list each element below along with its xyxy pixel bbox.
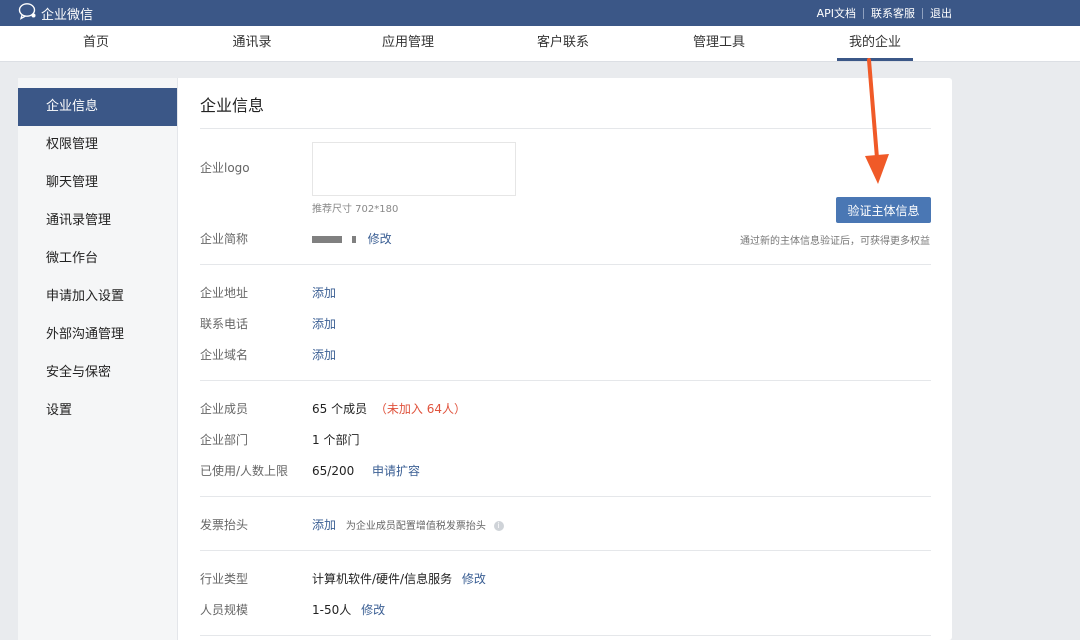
divider [200,550,931,551]
seat-usage: 65/200 [312,464,355,478]
invoice-value: 添加 为企业成员配置增值税发票抬头 i [312,516,504,533]
tab-customer-contact[interactable]: 客户联系 [513,26,613,61]
sidebar-item-contacts-management[interactable]: 通讯录管理 [18,202,177,240]
divider [200,128,931,129]
short-name-label: 企业简称 [200,232,249,246]
verify-entity-button[interactable]: 验证主体信息 [836,197,931,223]
contact-support-link[interactable]: 联系客服 [871,5,915,21]
content-card: 企业信息 权限管理 聊天管理 通讯录管理 微工作台 申请加入设置 外部沟通管理 … [18,78,952,640]
page-title: 企业信息 [200,96,265,115]
wecom-logo-icon [18,2,38,24]
request-expansion-link[interactable]: 申请扩容 [372,464,420,478]
invoice-note: 为企业成员配置增值税发票抬头 [345,521,486,532]
members-value: 65 个成员 （未加入 64人） [312,400,466,417]
logo-upload-box[interactable] [312,142,516,196]
divider [200,380,931,381]
members-label: 企业成员 [200,402,249,416]
add-domain-link[interactable]: 添加 [312,346,336,363]
sidebar-item-workbench[interactable]: 微工作台 [18,240,177,278]
tab-management-tools[interactable]: 管理工具 [669,26,769,61]
departments-label: 企业部门 [200,433,249,447]
sidebar: 企业信息 权限管理 聊天管理 通讯录管理 微工作台 申请加入设置 外部沟通管理 … [18,78,178,640]
redacted-name [312,236,342,243]
industry-value: 计算机软件/硬件/信息服务 修改 [312,570,486,587]
add-address-link[interactable]: 添加 [312,284,336,301]
add-invoice-link[interactable]: 添加 [312,518,336,532]
api-docs-link[interactable]: API文档 [817,5,856,21]
unjoined-count: （未加入 64人） [374,402,467,416]
redacted-name [351,236,356,243]
main-nav: 首页 通讯录 应用管理 客户联系 管理工具 我的企业 [0,26,1080,62]
sidebar-item-permissions[interactable]: 权限管理 [18,126,177,164]
logo-size-hint: 推荐尺寸 702*180 [312,204,399,215]
industry-label: 行业类型 [200,572,249,586]
top-links: API文档 联系客服 退出 [817,5,952,21]
info-icon[interactable]: i [493,520,504,531]
brand[interactable]: 企业微信 [18,3,93,23]
sidebar-item-settings[interactable]: 设置 [18,392,177,430]
main-panel: 企业信息 企业logo 推荐尺寸 702*180 企业简称 修改 验证主体信息 … [178,78,952,640]
domain-label: 企业域名 [200,348,249,362]
sidebar-item-security[interactable]: 安全与保密 [18,354,177,392]
divider [200,496,931,497]
divider [922,7,923,19]
top-bar: 企业微信 API文档 联系客服 退出 [0,0,1080,26]
divider [200,635,931,636]
divider [863,7,864,19]
tab-my-enterprise[interactable]: 我的企业 [837,26,913,61]
edit-industry-link[interactable]: 修改 [462,572,486,586]
verify-note: 通过新的主体信息验证后，可获得更多权益 [740,236,930,247]
sidebar-item-enterprise-info[interactable]: 企业信息 [18,88,177,126]
short-name-value: 修改 [312,230,392,247]
invoice-label: 发票抬头 [200,518,249,532]
tab-contacts[interactable]: 通讯录 [202,26,302,61]
divider [200,264,931,265]
brand-name: 企业微信 [41,7,94,23]
tab-home[interactable]: 首页 [46,26,146,61]
size-text: 1-50人 [312,603,352,617]
address-label: 企业地址 [200,286,249,300]
sidebar-item-join-settings[interactable]: 申请加入设置 [18,278,177,316]
seat-limit-value: 65/200 申请扩容 [312,462,420,479]
logout-link[interactable]: 退出 [930,5,952,21]
departments-value: 1 个部门 [312,433,360,447]
industry-text: 计算机软件/硬件/信息服务 [312,572,453,586]
edit-size-link[interactable]: 修改 [361,603,385,617]
sidebar-item-external-communication[interactable]: 外部沟通管理 [18,316,177,354]
size-label: 人员规模 [200,603,249,617]
phone-label: 联系电话 [200,317,249,331]
member-count: 65 个成员 [312,402,368,416]
logo-label: 企业logo [200,161,250,175]
tab-app-management[interactable]: 应用管理 [358,26,458,61]
sidebar-item-chat-management[interactable]: 聊天管理 [18,164,177,202]
add-phone-link[interactable]: 添加 [312,315,336,332]
seat-limit-label: 已使用/人数上限 [200,464,289,478]
size-value: 1-50人 修改 [312,601,385,618]
edit-short-name-link[interactable]: 修改 [368,232,392,246]
